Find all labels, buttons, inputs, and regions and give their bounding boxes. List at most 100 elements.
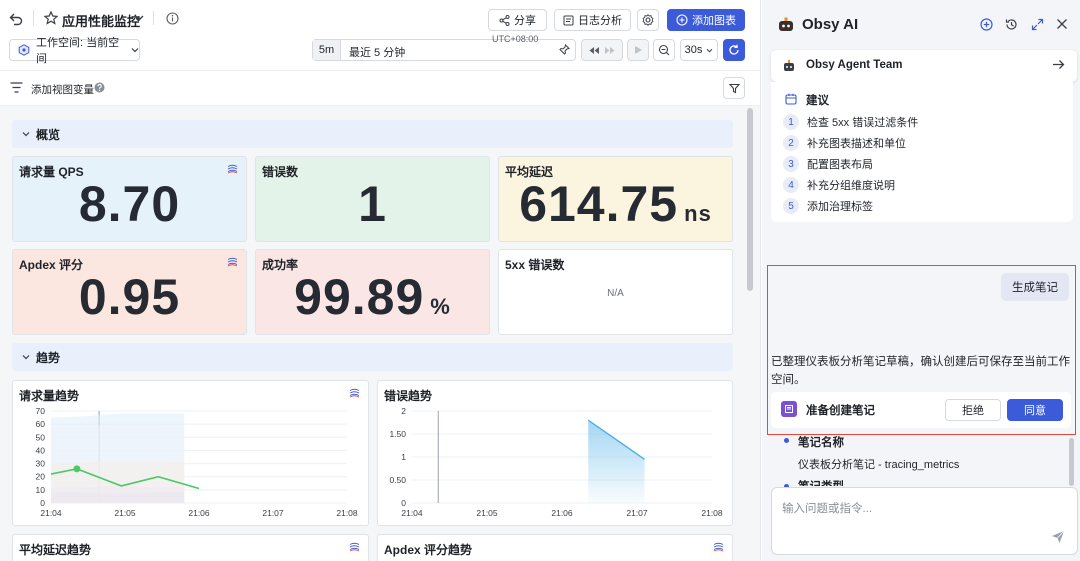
y-tick-label: 40 xyxy=(36,445,46,455)
close-icon[interactable] xyxy=(1056,18,1068,30)
arrow-right-icon[interactable] xyxy=(1052,59,1065,70)
stat-value: 8.70 xyxy=(78,176,181,232)
new-chat-icon[interactable] xyxy=(980,18,993,31)
note-name-value: 仪表板分析笔记 - tracing_metrics xyxy=(798,459,960,471)
pin-icon[interactable] xyxy=(559,44,570,55)
suggestion-item[interactable]: 2 补充图表描述和单位 xyxy=(783,135,906,151)
share-button[interactable]: 分享 xyxy=(488,9,547,31)
info-icon[interactable] xyxy=(166,12,179,25)
document-icon xyxy=(563,15,574,26)
back-icon[interactable] xyxy=(9,12,23,26)
stat-errors[interactable]: 错误数 1 xyxy=(255,156,490,242)
rewind-icon[interactable] xyxy=(588,46,600,55)
y-tick-label: 70 xyxy=(36,406,46,416)
x-tick-label: 21:08 xyxy=(701,508,723,518)
log-analysis-button[interactable]: 日志分析 xyxy=(554,9,631,31)
request-trend-chart[interactable]: 0 10 20 30 40 50 60 70 21:04 21:05 21:06 21:07 21:08 xyxy=(13,405,368,525)
agent-team-card[interactable]: Obsy Agent Team xyxy=(771,50,1077,82)
metric-icon[interactable] xyxy=(227,164,238,174)
dashboard-scrollbar[interactable] xyxy=(747,108,753,291)
suggestion-text: 添加治理标签 xyxy=(807,201,873,213)
suggestion-text: 补充分组维度说明 xyxy=(807,180,895,192)
play-icon xyxy=(634,45,643,55)
error-trend-chart[interactable]: 0 0.50 1 1.50 2 21:04 21:05 21:06 21:07 21:08 xyxy=(378,405,732,525)
add-variable-link[interactable]: 添加视图变量 xyxy=(31,82,94,97)
note-type-label: 笔记类型 xyxy=(798,478,844,486)
play-button[interactable] xyxy=(627,39,649,61)
time-quick-label[interactable]: 5m xyxy=(313,40,341,60)
y-tick-label: 50 xyxy=(36,432,46,442)
x-tick-label: 21:08 xyxy=(336,508,358,518)
stat-apdex[interactable]: Apdex 评分 0.95 xyxy=(12,249,247,335)
refresh-interval-label: 30s xyxy=(684,44,703,56)
chevron-down-icon xyxy=(22,131,30,137)
section-overview[interactable]: 概览 xyxy=(12,120,733,148)
suggestion-item[interactable]: 5 添加治理标签 xyxy=(783,198,873,214)
suggestion-text: 补充图表描述和单位 xyxy=(807,138,906,150)
suggestion-number: 2 xyxy=(783,135,799,151)
chat-scrollbar[interactable] xyxy=(1069,438,1074,486)
filter-lines-icon xyxy=(10,82,23,93)
send-icon[interactable] xyxy=(1051,530,1065,544)
x-tick-label: 21:07 xyxy=(626,508,648,518)
suggestions-card: 建议 1 检查 5xx 错误过滤条件 2 补充图表描述和单位 3 配置图表布局 4 补充… xyxy=(771,82,1073,222)
dashboard-header: 应用性能监控 分享 日志分析 添加图表 工作空间: 当前空间 5m 最近 5 分… xyxy=(0,0,760,70)
fast-forward-icon[interactable] xyxy=(604,46,616,55)
gear-icon xyxy=(642,14,654,26)
zoom-out-button[interactable] xyxy=(653,39,675,61)
zoom-out-icon xyxy=(658,44,670,56)
timezone-label: UTC+08:00 xyxy=(492,34,539,44)
help-icon[interactable] xyxy=(94,82,105,93)
dashboard-canvas: 概览 请求量 QPS 8.70 错误数 1 平均延迟 614.75 ns Apde… xyxy=(0,106,760,561)
agree-button[interactable]: 同意 xyxy=(1007,399,1063,421)
chat-input-box[interactable]: 输入问题或指令... xyxy=(771,487,1078,555)
agent-team-name: Obsy Agent Team xyxy=(806,59,903,71)
section-trend[interactable]: 趋势 xyxy=(12,343,733,371)
refresh-button[interactable] xyxy=(723,39,745,61)
plus-circle-icon xyxy=(676,14,688,26)
share-label: 分享 xyxy=(514,15,536,27)
x-tick-label: 21:04 xyxy=(40,508,62,518)
stat-unit: % xyxy=(430,294,451,319)
log-analysis-label: 日志分析 xyxy=(578,15,622,27)
stat-title: 5xx 错误数 xyxy=(505,258,565,272)
panel-error-trend[interactable]: 错误趋势 0 0.50 1 1.50 2 21:04 21:05 21:06 21:07 21:0… xyxy=(377,380,733,526)
metric-icon[interactable] xyxy=(349,388,360,398)
create-note-title: 准备创建笔记 xyxy=(806,405,875,417)
note-name-label: 笔记名称 xyxy=(798,437,844,449)
workspace-select[interactable]: 工作空间: 当前空间 xyxy=(9,37,140,65)
stat-value: 614.75 ns xyxy=(519,176,712,232)
filter-button[interactable] xyxy=(723,77,745,99)
panel-apdex-trend[interactable]: Apdex 评分趋势 xyxy=(377,534,733,561)
stat-avg-latency[interactable]: 平均延迟 614.75 ns xyxy=(498,156,733,242)
add-chart-button[interactable]: 添加图表 xyxy=(667,9,745,31)
metric-icon[interactable] xyxy=(713,542,724,552)
y-tick-label: 0 xyxy=(40,498,45,508)
stat-qps[interactable]: 请求量 QPS 8.70 xyxy=(12,156,247,242)
refresh-interval-select[interactable]: 30s xyxy=(680,39,718,61)
stat-success-rate[interactable]: 成功率 99.89% xyxy=(255,249,490,335)
chevron-down-icon xyxy=(22,354,30,360)
panel-latency-trend[interactable]: 平均延迟趋势 xyxy=(12,534,369,561)
time-shift-group[interactable] xyxy=(581,39,623,61)
history-icon[interactable] xyxy=(1005,18,1018,31)
metric-icon[interactable] xyxy=(349,542,360,552)
panel-request-trend[interactable]: 请求量趋势 0 10 20 30 40 50 60 70 21:04 21:05 21:06 21:0… xyxy=(12,380,369,526)
reject-button[interactable]: 拒绝 xyxy=(945,399,1001,421)
suggestion-item[interactable]: 1 检查 5xx 错误过滤条件 xyxy=(783,114,918,130)
suggestion-text: 检查 5xx 错误过滤条件 xyxy=(807,117,919,129)
metric-icon[interactable] xyxy=(227,257,238,267)
expand-icon[interactable] xyxy=(1031,18,1044,31)
chevron-down-icon xyxy=(706,48,713,53)
y-tick-label: 0 xyxy=(401,498,406,508)
settings-button[interactable] xyxy=(637,9,659,31)
stat-5xx-errors[interactable]: 5xx 错误数 N/A xyxy=(498,249,733,335)
x-tick-label: 21:05 xyxy=(476,508,498,518)
suggestion-number: 3 xyxy=(783,156,799,172)
suggestion-item[interactable]: 4 补充分组维度说明 xyxy=(783,177,895,193)
chat-input-placeholder: 输入问题或指令... xyxy=(782,503,873,515)
chevron-down-icon[interactable] xyxy=(134,14,144,22)
suggestion-item[interactable]: 3 配置图表布局 xyxy=(783,156,873,172)
star-icon[interactable] xyxy=(44,11,58,25)
add-chart-label: 添加图表 xyxy=(692,15,736,27)
